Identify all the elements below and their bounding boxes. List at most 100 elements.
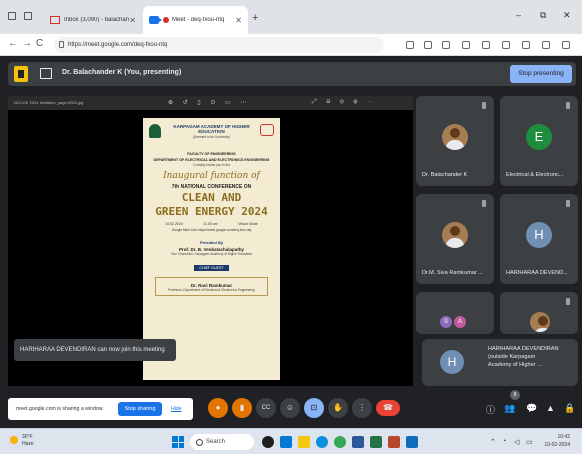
- tab-label: Meet - deq-fxou-ntq: [172, 17, 225, 23]
- lock-icon: [59, 41, 64, 48]
- taskbar-search[interactable]: Search: [190, 434, 254, 450]
- present-button[interactable]: ⊡: [304, 398, 324, 418]
- pin-icon[interactable]: [482, 200, 486, 207]
- browser-tab-strip: Inbox (3,090) - balachander.k@k ✕ Meet -…: [0, 0, 582, 34]
- meet-window: Dr. Balachander K (You, presenting) Stop…: [0, 56, 582, 428]
- participant-tile[interactable]: [500, 292, 578, 334]
- people-icon[interactable]: 👥: [504, 403, 515, 414]
- participant-name: Dr.M. Siva Ramkumar ...: [422, 270, 483, 276]
- participant-tile-hariharaa[interactable]: H HARIHARAA DEVENDIRAN (outside Karpagam…: [422, 339, 578, 386]
- mini-avatar: S: [440, 316, 452, 328]
- reload-button[interactable]: C: [36, 38, 43, 49]
- poster-department: DEPARTMENT OF ELECTRICAL AND ELECTRONICS…: [153, 158, 270, 162]
- excel-icon[interactable]: [370, 436, 382, 448]
- menu-icon[interactable]: [542, 41, 550, 49]
- translate-icon[interactable]: [424, 41, 432, 49]
- address-bar: ← → C https://meet.google.com/deq-fxou-n…: [0, 34, 582, 56]
- file-explorer-icon[interactable]: [298, 436, 310, 448]
- bookmark-icon[interactable]: [442, 41, 450, 49]
- pin-icon[interactable]: [566, 298, 570, 305]
- split-icon[interactable]: [462, 41, 470, 49]
- slides-logo-icon: [14, 66, 28, 82]
- edge-icon[interactable]: [316, 436, 328, 448]
- copilot-icon[interactable]: [562, 41, 570, 49]
- pin-icon[interactable]: [482, 102, 486, 109]
- participant-tile[interactable]: Dr. Balachander K: [416, 96, 494, 186]
- participant-name: HARIHARAA DEVEND...: [506, 270, 568, 276]
- new-tab-button[interactable]: +: [252, 12, 258, 24]
- mini-avatar: A: [454, 316, 466, 328]
- mic-button[interactable]: ●: [208, 398, 228, 418]
- recording-icon: [163, 17, 169, 23]
- viewer-tools[interactable]: ⊕ ↺ ▯ ⊙ ▭ ⋯: [168, 99, 250, 106]
- stop-presenting-button[interactable]: Stop presenting: [510, 65, 572, 83]
- tab-meet[interactable]: Meet - deq-fxou-ntq ✕: [143, 6, 248, 34]
- hide-link[interactable]: Hide: [171, 398, 182, 420]
- weather-desc: Haze: [22, 441, 34, 447]
- participant-avatar: H: [440, 350, 464, 374]
- participant-tile[interactable]: E Electrical & Electronc...: [500, 96, 578, 186]
- university-logo-icon: [149, 124, 161, 138]
- close-tab-icon[interactable]: ✕: [235, 16, 242, 25]
- participant-tile[interactable]: H HARIHARAA DEVEND...: [500, 194, 578, 284]
- close-tab-icon[interactable]: ✕: [129, 16, 136, 25]
- more-options-button[interactable]: ⋮: [352, 398, 372, 418]
- raise-hand-button[interactable]: ✋: [328, 398, 348, 418]
- hang-up-button[interactable]: ☎: [376, 400, 400, 416]
- word-icon[interactable]: [352, 436, 364, 448]
- emoji-button[interactable]: ☺: [280, 398, 300, 418]
- present-screen-icon: [40, 68, 52, 79]
- taskbar-clock[interactable]: 10:42 10-02-2024: [544, 433, 570, 449]
- clock-time: 10:42: [557, 434, 570, 440]
- activities-icon[interactable]: ▲: [546, 403, 555, 413]
- outlook-icon[interactable]: [406, 436, 418, 448]
- stop-sharing-button[interactable]: Stop sharing: [118, 402, 162, 416]
- tray-chevron-icon[interactable]: ⌃: [490, 438, 496, 446]
- participant-tile-others[interactable]: S A: [416, 292, 494, 334]
- poster-venue: Virtual Mode: [238, 222, 258, 226]
- extension-icon[interactable]: [406, 41, 414, 49]
- favorites-icon[interactable]: [482, 41, 490, 49]
- name-line: HARIHARAA DEVENDIRAN: [488, 346, 559, 352]
- poster-conference: 7th NATIONAL CONFERENCE ON: [171, 184, 252, 190]
- collections-icon[interactable]: [502, 41, 510, 49]
- back-button[interactable]: ←: [8, 38, 18, 49]
- poster-script-title: Inaugural function of: [163, 171, 260, 181]
- presenting-status: Dr. Balachander K (You, presenting): [62, 69, 182, 76]
- chat-icon[interactable]: 💬: [526, 403, 537, 414]
- minimize-button[interactable]: –: [516, 10, 521, 20]
- tab-label: Inbox (3,090) - balachander.k@k: [64, 17, 130, 23]
- restore-button[interactable]: ⧉: [540, 10, 546, 21]
- name-line: Academy of Higher ...: [488, 362, 542, 368]
- url-input[interactable]: https://meet.google.com/deq-fxou-ntq: [54, 37, 384, 53]
- close-window-button[interactable]: ✕: [563, 10, 571, 21]
- windows-taskbar: 30°F Haze Search ⌃ ◔ ◁ ▭ 10:42 10-02-202…: [0, 428, 582, 454]
- widgets-icon[interactable]: [280, 436, 292, 448]
- camera-button[interactable]: ▮: [232, 398, 252, 418]
- info-icon[interactable]: ⓘ: [486, 403, 495, 416]
- network-icon[interactable]: ◔: [502, 438, 506, 445]
- weather-widget[interactable]: 30°F Haze: [10, 434, 34, 448]
- tab-actions-icon[interactable]: [24, 12, 32, 20]
- people-count-badge: 8: [510, 390, 520, 400]
- pin-icon[interactable]: [566, 200, 570, 207]
- task-view-icon[interactable]: [262, 436, 274, 448]
- captions-button[interactable]: CC: [256, 398, 276, 418]
- chrome-icon[interactable]: [334, 436, 346, 448]
- powerpoint-icon[interactable]: [388, 436, 400, 448]
- speaker-icon[interactable]: ◁: [514, 438, 519, 446]
- sharing-notice-text: meet.google.com is sharing a window.: [16, 406, 104, 412]
- viewer-zoom-tools[interactable]: ⤢ ⊟ ⊖ ⊕ ⋯: [312, 99, 377, 106]
- windows-start-icon[interactable]: [172, 436, 184, 448]
- poster-title-line1: CLEAN AND: [181, 191, 242, 204]
- tab-gmail[interactable]: Inbox (3,090) - balachander.k@k ✕: [44, 6, 142, 34]
- join-notification: HARIHARAA DEVENDIRAN can now join this m…: [14, 339, 176, 361]
- profile-icon[interactable]: [8, 12, 16, 20]
- pin-icon[interactable]: [566, 102, 570, 109]
- forward-button[interactable]: →: [22, 38, 32, 49]
- image-viewer-toolbar: NCCGE 2024 Invitation_page-0001.jpg ⊕ ↺ …: [8, 96, 413, 110]
- battery-icon[interactable]: ▭: [526, 438, 533, 446]
- participant-tile[interactable]: Dr.M. Siva Ramkumar ...: [416, 194, 494, 284]
- host-controls-icon[interactable]: 🔒: [564, 403, 575, 414]
- profile-avatar-icon[interactable]: [522, 41, 530, 49]
